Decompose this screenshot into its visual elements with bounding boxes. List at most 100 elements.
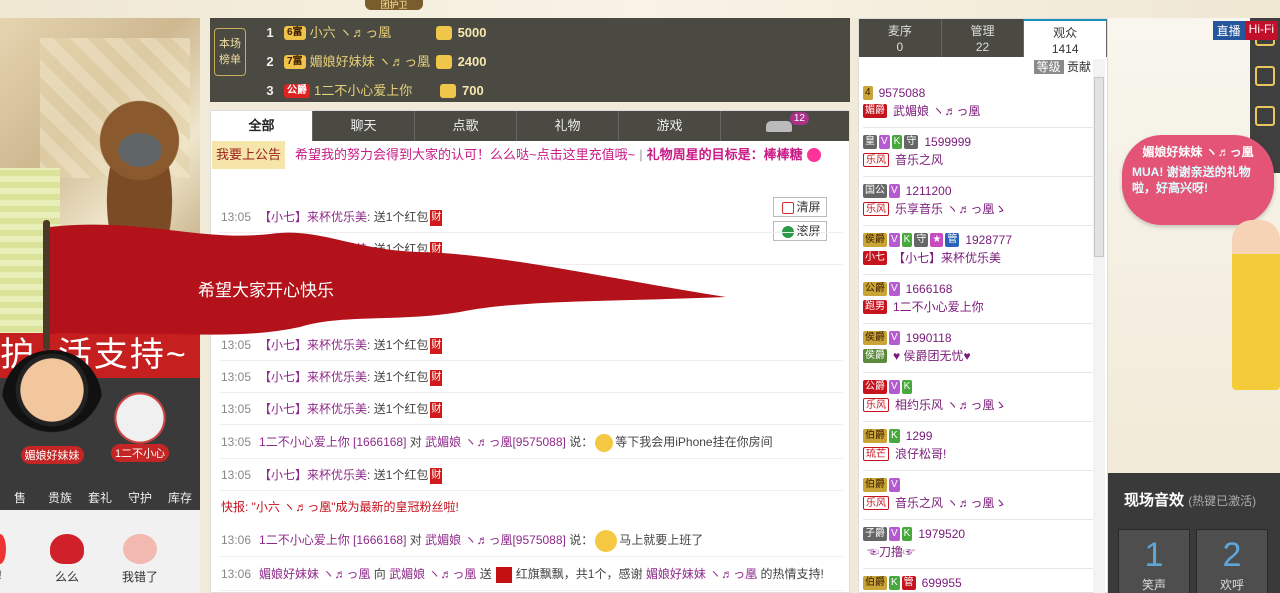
tab-guard[interactable]: 守护: [120, 486, 160, 510]
tab-chat[interactable]: 聊天: [313, 111, 415, 141]
sound-label: 欢呼: [1219, 578, 1244, 592]
chat-message: 13:05 【小七】来杯优乐美: 送1个红包财: [219, 329, 843, 361]
notice-separator: |: [639, 147, 643, 162]
tab-audience[interactable]: 观众 1414: [1024, 19, 1108, 57]
red-packet-icon[interactable]: 财: [430, 241, 443, 258]
tab-gift[interactable]: 礼物: [517, 111, 619, 141]
tab-stock[interactable]: 库存: [160, 486, 200, 510]
notice-message[interactable]: 希望我的努力会得到大家的认可！么么哒~点击这里充值哦~: [295, 141, 635, 169]
cartoon-avatar: [110, 388, 170, 448]
flag-message: 希望大家开心快乐: [198, 281, 334, 300]
msg-target-user[interactable]: 武媚娘 ヽ♬っ凰: [389, 567, 476, 581]
tab-mic-queue[interactable]: 麦序 0: [859, 19, 942, 57]
rank-tag: 子爵: [863, 527, 887, 541]
user-id: 1211200: [905, 184, 952, 198]
tab-song[interactable]: 点歌: [415, 111, 517, 141]
guard-button[interactable]: 团护卫: [365, 0, 423, 10]
user-id: 1666168: [905, 282, 953, 296]
gift-item[interactable]: !: [0, 534, 6, 582]
user-row[interactable]: 皇 V K 守 1599999 乐风 音乐之风: [863, 128, 1093, 177]
user-row[interactable]: 侯爵 V K 守 ★ 管 1928777 小七 【小七】来杯优乐美: [863, 226, 1093, 275]
post-notice-button[interactable]: 我要上公告: [212, 141, 286, 169]
tab-game[interactable]: 游戏: [619, 111, 721, 141]
tab-package[interactable]: 套礼: [80, 486, 120, 510]
red-packet-icon[interactable]: 财: [430, 369, 443, 386]
ranking-title[interactable]: 本场榜单: [214, 28, 246, 76]
user-row[interactable]: 子爵 V K 1979520 ☜刀撸☞: [863, 520, 1093, 569]
level-badge: 6富: [284, 25, 306, 40]
user-row[interactable]: 伯爵 K 1299 琉芒 浪仔松哥!: [863, 422, 1093, 471]
red-packet-icon[interactable]: 财: [430, 467, 443, 484]
tab-noble[interactable]: 贵族: [40, 486, 80, 510]
msg-target-user[interactable]: 武媚娘 ヽ♬っ凰[9575088]: [425, 435, 566, 449]
red-flag-icon: [495, 566, 512, 583]
user-row[interactable]: 4 9575088 媚爵 武媚娘 ヽ♬っ凰: [863, 79, 1093, 128]
sound-cheer-button[interactable]: 2 欢呼: [1196, 529, 1268, 593]
tab-car[interactable]: 12: [721, 111, 837, 141]
tab-label: 观众: [1053, 26, 1078, 40]
vip-tag: V: [889, 380, 900, 394]
user-id: 1928777: [965, 233, 1013, 247]
gift-side-icon[interactable]: [1255, 106, 1275, 126]
msg-user[interactable]: 媚娘好妹妹 ヽ♬っ凰: [259, 567, 370, 581]
msg-user[interactable]: 1二不小心爱上你 [1666168]: [259, 435, 406, 449]
fan-card[interactable]: 1二不小心: [110, 388, 170, 462]
fan-card-name: 1二不小心: [110, 444, 170, 462]
arrow-up-side-icon[interactable]: [1255, 66, 1275, 86]
sound-laugh-button[interactable]: 1 笑声: [1118, 529, 1190, 593]
msg-target-user[interactable]: 武媚娘 ヽ♬っ凰[9575088]: [425, 533, 566, 547]
tab-admins[interactable]: 管理 22: [942, 19, 1025, 57]
scrollbar-thumb[interactable]: [1094, 77, 1104, 257]
hifi-badge[interactable]: Hi-Fi: [1244, 21, 1278, 40]
user-row[interactable]: 伯爵 K 管 699955: [863, 569, 1093, 593]
red-packet-icon[interactable]: 财: [430, 209, 443, 226]
msg-user[interactable]: 【小七】来杯优乐美: [259, 370, 367, 384]
ranking-board: 本场榜单 1 6富 小六 ヽ♬っ凰 5000 2 7富 媚娘好妹妹 ヽ♬っ凰 2…: [210, 18, 850, 102]
msg-thanked-user[interactable]: 媚娘好妹妹 ヽ♬っ凰: [646, 567, 757, 581]
rank-row[interactable]: 1 6富 小六 ヽ♬っ凰 5000: [260, 18, 840, 47]
sorry-icon: [123, 534, 157, 564]
user-row[interactable]: 侯爵 V 1990118 侯爵 ♥ 侯爵团无忧♥: [863, 324, 1093, 373]
user-row[interactable]: 公爵 V K 乐风 相约乐风 ヽ♬っ凰ゝ: [863, 373, 1093, 422]
chat-message: 13:05 【小七】来杯优乐美: 送1个红包财: [219, 361, 843, 393]
fan-badge: 媚爵: [863, 104, 887, 118]
user-row[interactable]: 伯爵 V 乐风 音乐之风 ヽ♬っ凰ゝ: [863, 471, 1093, 520]
fan-badge: 琉芒: [863, 447, 889, 461]
msg-user[interactable]: 【小七】来杯优乐美: [259, 242, 367, 256]
red-packet-icon[interactable]: 财: [430, 337, 443, 354]
sort-contribution[interactable]: 贡献: [1067, 60, 1091, 74]
msg-text: 说：: [569, 435, 594, 449]
rank-name: 小六 ヽ♬っ凰: [309, 25, 392, 40]
rank-tag: 公爵: [863, 282, 887, 296]
rank-row[interactable]: 2 7富 媚娘好妹妹 ヽ♬っ凰 2400: [260, 47, 840, 76]
user-row[interactable]: 公爵 V 1666168 跑男 1二不小心爱上你: [863, 275, 1093, 324]
video-player[interactable]: [0, 18, 200, 338]
fan-cards: 媚娘好妹妹 1二不小心: [0, 350, 200, 486]
msg-user[interactable]: 【小七】来杯优乐美: [259, 402, 367, 416]
gift-label: 么么: [54, 570, 79, 584]
msg-user[interactable]: 【小七】来杯优乐美: [259, 338, 367, 352]
live-badge[interactable]: 直播: [1212, 21, 1245, 40]
red-packet-icon[interactable]: 财: [430, 401, 443, 418]
rank-number: 2: [266, 54, 274, 69]
sort-level[interactable]: 等级: [1033, 60, 1064, 74]
rank-row[interactable]: 3 公爵 1二不小心爱上你 700: [260, 76, 840, 105]
rank-tag: 伯爵: [863, 429, 887, 443]
msg-time: 13:05: [221, 402, 252, 416]
gift-item[interactable]: 我错了: [122, 534, 158, 585]
tab-all[interactable]: 全部: [211, 111, 313, 141]
user-row[interactable]: 国公 V 1211200 乐风 乐享音乐 ヽ♬っ凰ゝ: [863, 177, 1093, 226]
video-person: [0, 168, 60, 338]
msg-user[interactable]: 【小七】来杯优乐美: [259, 210, 367, 224]
vip-tag: V: [889, 331, 900, 345]
user-list-scrollbar[interactable]: [1093, 59, 1105, 593]
tab-shop[interactable]: 售: [0, 486, 40, 510]
msg-text: : 送1个红包: [367, 468, 429, 482]
gift-item[interactable]: 么么: [50, 534, 84, 585]
msg-user[interactable]: 1二不小心爱上你 [1666168]: [259, 533, 406, 547]
weekly-star-target: 礼物周星的目标是：棒棒糖: [646, 147, 803, 162]
rank-tag: 侯爵: [863, 331, 887, 345]
rank-tag: 伯爵: [863, 576, 887, 590]
fan-card[interactable]: 媚娘好妹妹: [2, 350, 102, 464]
msg-user[interactable]: 【小七】来杯优乐美: [259, 468, 367, 482]
